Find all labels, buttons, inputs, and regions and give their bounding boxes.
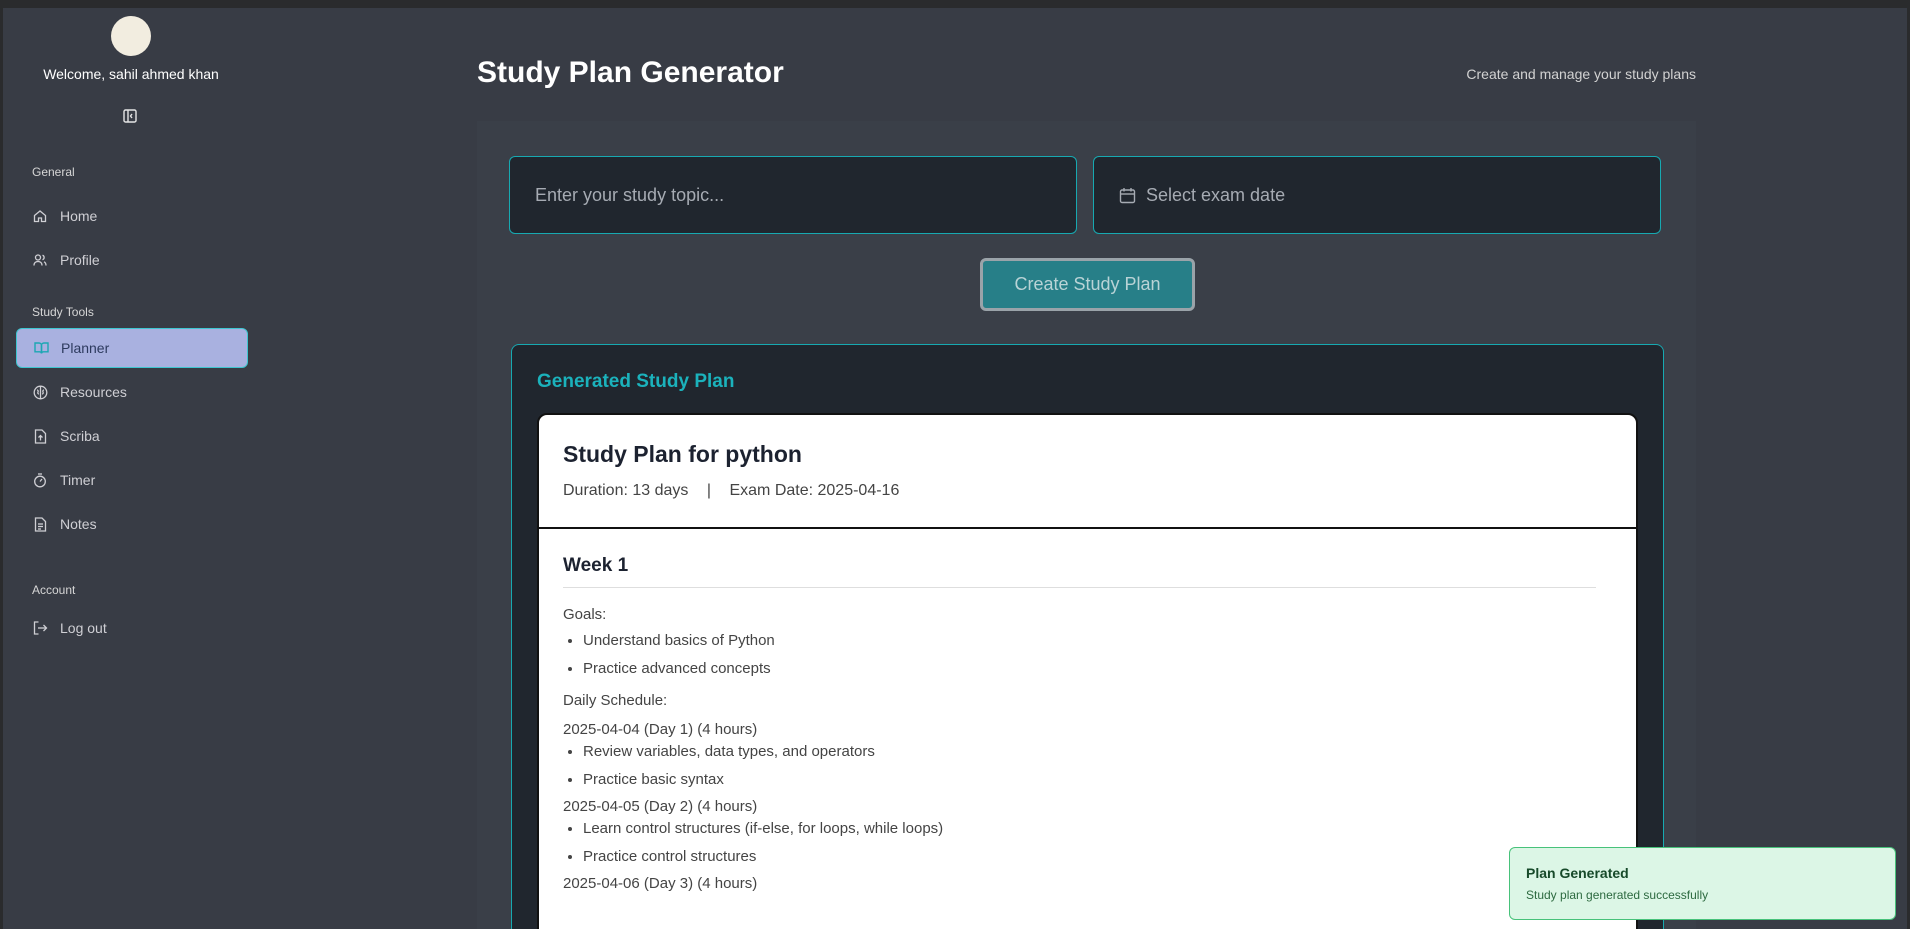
avatar[interactable]	[111, 16, 151, 56]
plan-meta: Duration: 13 days | Exam Date: 2025-04-1…	[563, 482, 1612, 500]
book-open-icon	[33, 340, 49, 356]
create-study-plan-button[interactable]: Create Study Plan	[980, 258, 1195, 311]
list-item: Learn control structures (if-else, for l…	[583, 819, 1612, 838]
sidebar-item-scriba[interactable]: Scriba	[16, 416, 248, 456]
plan-exam-date: Exam Date: 2025-04-16	[729, 482, 900, 499]
sidebar-item-home[interactable]: Home	[16, 196, 248, 236]
list-item: Review variables, data types, and operat…	[583, 742, 1612, 761]
toast-notification[interactable]: Plan Generated Study plan generated succ…	[1509, 847, 1896, 920]
schedule-label: Daily Schedule:	[563, 692, 668, 709]
calendar-icon	[1119, 187, 1136, 204]
users-icon	[32, 252, 48, 268]
page-subtitle: Create and manage your study plans	[1466, 66, 1696, 82]
sidebar-item-label: Planner	[61, 340, 110, 356]
date-placeholder: Select exam date	[1146, 184, 1286, 205]
sidebar-item-label: Log out	[60, 620, 107, 636]
sidebar-item-resources[interactable]: Resources	[16, 372, 248, 412]
sidebar-item-logout[interactable]: Log out	[16, 608, 248, 648]
day-task-list: Learn control structures (if-else, for l…	[583, 819, 1612, 866]
brain-icon	[32, 384, 48, 400]
list-item: Practice control structures	[583, 847, 1612, 866]
page-title: Study Plan Generator	[477, 56, 784, 89]
meta-separator: |	[706, 482, 712, 499]
sidebar-item-planner[interactable]: Planner	[16, 328, 248, 368]
generated-plan-heading: Generated Study Plan	[537, 371, 735, 392]
sidebar-item-label: Scriba	[60, 428, 100, 444]
topic-input[interactable]: Enter your study topic...	[509, 156, 1077, 234]
welcome-text: Welcome, sahil ahmed khan	[43, 66, 219, 82]
section-label-general: General	[32, 165, 75, 179]
sidebar: Welcome, sahil ahmed khan General Home P…	[3, 8, 258, 929]
exam-date-picker[interactable]: Select exam date	[1093, 156, 1661, 234]
sidebar-item-label: Home	[60, 208, 98, 224]
logout-icon	[32, 620, 48, 636]
day-label: 2025-04-06 (Day 3) (4 hours)	[563, 875, 758, 892]
sidebar-item-label: Timer	[60, 472, 96, 488]
sidebar-item-timer[interactable]: Timer	[16, 460, 248, 500]
section-label-study-tools: Study Tools	[32, 305, 94, 319]
plan-duration: Duration: 13 days	[563, 482, 689, 499]
list-item: Practice basic syntax	[583, 770, 1612, 789]
app-window: Welcome, sahil ahmed khan General Home P…	[3, 8, 1907, 929]
plan-title: Study Plan for python	[563, 441, 802, 467]
home-icon	[32, 208, 48, 224]
sidebar-item-notes[interactable]: Notes	[16, 504, 248, 544]
goals-label: Goals:	[563, 606, 607, 623]
file-text-icon	[32, 516, 48, 532]
toast-message: Study plan generated successfully	[1526, 888, 1709, 902]
plan-body: Week 1 Goals: Understand basics of Pytho…	[539, 529, 1636, 892]
sidebar-item-profile[interactable]: Profile	[16, 240, 248, 280]
day-label: 2025-04-05 (Day 2) (4 hours)	[563, 798, 758, 815]
list-item: Practice advanced concepts	[583, 659, 1612, 678]
day-task-list: Review variables, data types, and operat…	[583, 742, 1612, 789]
plan-header: Study Plan for python Duration: 13 days …	[539, 415, 1636, 529]
toast-title: Plan Generated	[1526, 865, 1629, 881]
sidebar-toggle-button[interactable]	[122, 108, 138, 124]
file-upload-icon	[32, 428, 48, 444]
panel-left-icon	[123, 109, 137, 123]
goals-list: Understand basics of Python Practice adv…	[583, 631, 1612, 678]
day-label: 2025-04-04 (Day 1) (4 hours)	[563, 721, 758, 738]
list-item: Understand basics of Python	[583, 631, 1612, 650]
sidebar-item-label: Resources	[60, 384, 127, 400]
topic-placeholder: Enter your study topic...	[535, 184, 725, 205]
week-title: Week 1	[563, 555, 1596, 588]
sidebar-item-label: Notes	[60, 516, 97, 532]
sidebar-item-label: Profile	[60, 252, 100, 268]
section-label-account: Account	[32, 583, 76, 597]
study-plan-document: Study Plan for python Duration: 13 days …	[537, 413, 1638, 929]
stopwatch-icon	[32, 472, 48, 488]
